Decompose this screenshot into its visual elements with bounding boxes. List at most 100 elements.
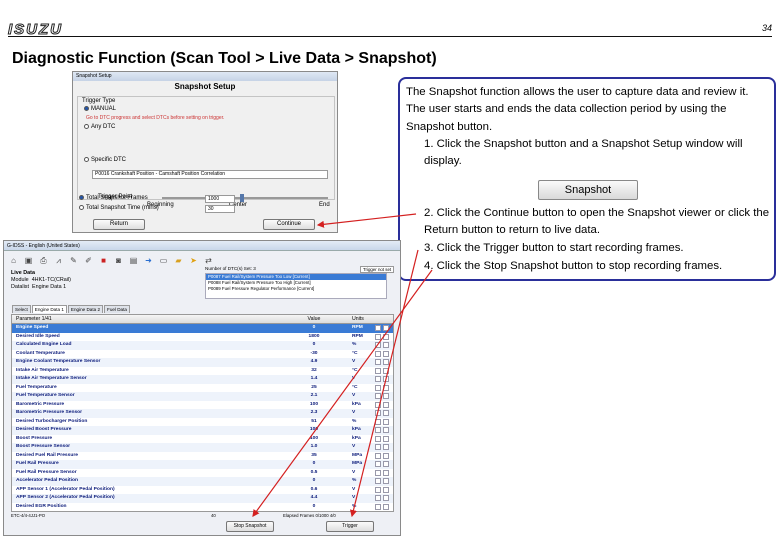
table-row[interactable]: Calculated Engine Load 0% xyxy=(12,341,393,350)
search-icon[interactable] xyxy=(375,495,381,502)
table-row[interactable]: Desired Boost Pressure 100 kPa xyxy=(12,426,393,435)
search-icon[interactable] xyxy=(375,359,381,366)
search-icon[interactable] xyxy=(375,418,381,425)
trigger-button[interactable]: Trigger xyxy=(326,521,374,532)
graph-icon[interactable] xyxy=(383,418,389,425)
specific-dtc-select[interactable]: P0016 Crankshaft Position - Camshaft Pos… xyxy=(92,170,328,179)
table-row[interactable]: Desired Idle Speed 1800 RPM xyxy=(12,332,393,342)
tab-fuel-data[interactable]: Fuel Data xyxy=(104,305,130,313)
total-frames-input[interactable]: 1000 xyxy=(205,195,235,203)
tool-icon[interactable]: ✎ xyxy=(68,255,79,266)
search-icon[interactable] xyxy=(375,461,381,468)
col-units[interactable]: Units xyxy=(352,315,364,324)
graph-icon[interactable] xyxy=(383,359,389,366)
total-time-input[interactable]: 30 xyxy=(205,205,235,213)
tab-select[interactable]: Select xyxy=(12,305,31,313)
trigger-point-slider-thumb[interactable] xyxy=(240,194,244,202)
total-frames-radio[interactable]: Total Snapshot Frames xyxy=(79,195,148,201)
table-row[interactable]: Boost Pressure 100 kPa xyxy=(12,434,393,444)
tab-engine-data-1[interactable]: Engine Data 1 xyxy=(31,305,67,313)
search-icon[interactable] xyxy=(375,325,381,331)
arrow-icon[interactable]: ➤ xyxy=(188,255,199,266)
table-row[interactable]: Barometric Pressure Sensor 2.3 V xyxy=(12,409,393,418)
table-row[interactable]: Fuel Rail Pressure 0 MPa xyxy=(12,460,393,469)
col-value[interactable]: Value xyxy=(294,315,334,324)
graph-icon[interactable] xyxy=(383,444,389,451)
table-row[interactable]: Fuel Rail Pressure Sensor 0.5 V xyxy=(12,468,393,478)
stop-snapshot-button[interactable]: Stop Snapshot xyxy=(226,521,274,532)
graph-icon[interactable]: ⩘ xyxy=(53,255,64,266)
table-row[interactable]: Engine Speed 0 RPM xyxy=(12,324,393,333)
search-icon[interactable] xyxy=(375,469,381,476)
graph-icon[interactable] xyxy=(383,410,389,417)
search-icon[interactable] xyxy=(375,427,381,434)
table-row[interactable]: Intake Air Temperature Sensor 1.4 V xyxy=(12,375,393,384)
graph-icon[interactable] xyxy=(383,342,389,349)
search-icon[interactable] xyxy=(375,401,381,408)
table-row[interactable]: APP Sensor 2 (Accelerator Pedal Position… xyxy=(12,494,393,503)
graph-icon[interactable] xyxy=(383,325,389,331)
table-row[interactable]: APP Sensor 1 (Accelerator Pedal Position… xyxy=(12,485,393,495)
table-row[interactable]: Fuel Temperature 25 °C xyxy=(12,383,393,393)
graph-icon[interactable] xyxy=(383,495,389,502)
table-row[interactable]: Boost Pressure Sensor 1.0 V xyxy=(12,443,393,452)
any-dtc-radio[interactable]: Any DTC xyxy=(84,124,115,130)
search-icon[interactable] xyxy=(375,393,381,400)
search-icon[interactable] xyxy=(375,503,381,510)
return-button[interactable]: Return xyxy=(93,219,145,230)
graph-icon[interactable] xyxy=(383,367,389,374)
search-icon[interactable] xyxy=(375,367,381,374)
dtc-item[interactable]: P0089 Fuel Pressure Regulator Performanc… xyxy=(206,286,386,292)
search-icon[interactable] xyxy=(375,384,381,391)
search-icon[interactable] xyxy=(375,444,381,451)
manual-radio[interactable]: MANUAL xyxy=(84,106,116,112)
folder-icon[interactable]: ▰ xyxy=(173,255,184,266)
connect-icon[interactable]: ⇄ xyxy=(203,255,214,266)
graph-icon[interactable] xyxy=(383,350,389,357)
table-row[interactable]: Engine Coolant Temperature Sensor 4.9 V xyxy=(12,358,393,367)
camera-icon[interactable]: ◙ xyxy=(113,255,124,266)
edit-icon[interactable]: ✐ xyxy=(83,255,94,266)
table-row[interactable]: Accelerator Pedal Position 0% xyxy=(12,477,393,486)
graph-icon[interactable] xyxy=(383,384,389,391)
search-icon[interactable] xyxy=(375,410,381,417)
table-row[interactable]: Coolant Temperature -30 °C xyxy=(12,349,393,359)
chart-icon[interactable]: ▤ xyxy=(128,255,139,266)
arrow-right-icon[interactable]: ➜ xyxy=(143,255,154,266)
search-icon[interactable] xyxy=(375,478,381,485)
search-icon[interactable] xyxy=(375,333,381,340)
search-icon[interactable] xyxy=(375,376,381,383)
window-icon[interactable]: ▭ xyxy=(158,255,169,266)
graph-icon[interactable] xyxy=(383,486,389,493)
graph-icon[interactable] xyxy=(383,469,389,476)
col-parameter[interactable]: Parameter 1/41 xyxy=(16,315,52,324)
table-row[interactable]: Fuel Temperature Sensor 2.1 V xyxy=(12,392,393,401)
search-icon[interactable] xyxy=(375,486,381,493)
graph-icon[interactable] xyxy=(383,427,389,434)
table-row[interactable]: Desired EGR Position 0% xyxy=(12,502,393,511)
continue-button[interactable]: Continue xyxy=(263,219,315,230)
table-row[interactable]: Intake Air Temperature 32 °C xyxy=(12,366,393,376)
trigger-point-slider[interactable] xyxy=(162,197,328,199)
graph-icon[interactable] xyxy=(383,461,389,468)
graph-icon[interactable] xyxy=(383,435,389,442)
search-icon[interactable] xyxy=(375,342,381,349)
graph-icon[interactable] xyxy=(383,452,389,459)
graph-icon[interactable] xyxy=(383,401,389,408)
graph-icon[interactable] xyxy=(383,503,389,510)
search-icon[interactable] xyxy=(375,350,381,357)
table-row[interactable]: Desired Fuel Rail Pressure 35 MPa xyxy=(12,451,393,461)
tab-engine-data-2[interactable]: Engine Data 2 xyxy=(67,305,104,313)
home-icon[interactable]: ⌂ xyxy=(8,255,19,266)
search-icon[interactable] xyxy=(375,435,381,442)
print-icon[interactable]: ⎙ xyxy=(38,255,49,266)
graph-icon[interactable] xyxy=(383,333,389,340)
table-row[interactable]: Desired Turbocharger Position 51% xyxy=(12,417,393,427)
table-row[interactable]: Barometric Pressure 100 kPa xyxy=(12,400,393,410)
stop-icon[interactable]: ■ xyxy=(98,255,109,266)
graph-icon[interactable] xyxy=(383,376,389,383)
save-icon[interactable]: ▣ xyxy=(23,255,34,266)
specific-dtc-radio[interactable]: Specific DTC xyxy=(84,157,126,163)
graph-icon[interactable] xyxy=(383,478,389,485)
graph-icon[interactable] xyxy=(383,393,389,400)
